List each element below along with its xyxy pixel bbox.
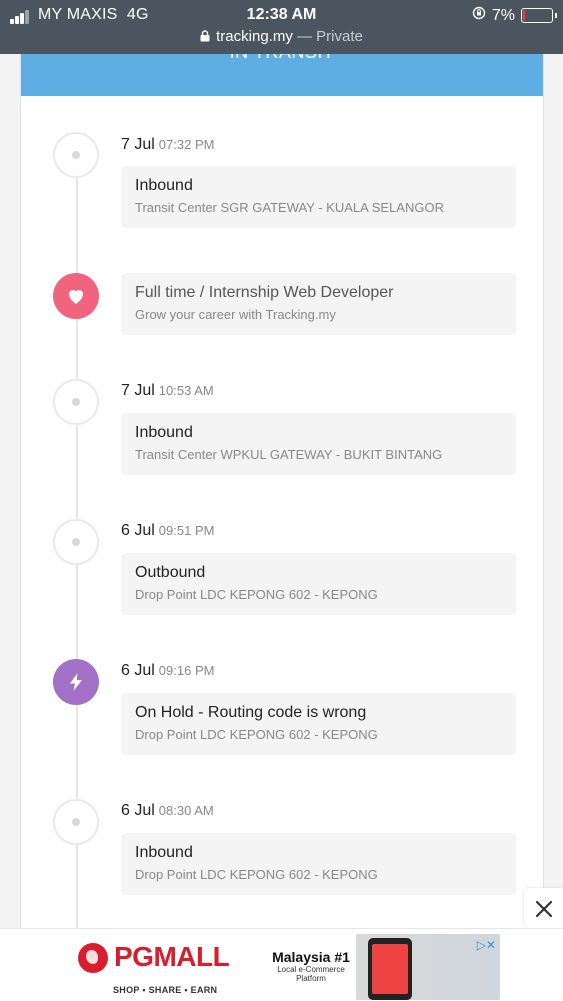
adchoices-icon[interactable]: ▷✕ [477, 938, 496, 952]
ad-banner[interactable]: PGMALL SHOP • SHARE • EARN Malaysia #1 L… [0, 928, 563, 1001]
private-label: — Private [297, 28, 363, 45]
event-detail: Drop Point LDC KEPONG 602 - KEPONG [135, 587, 378, 602]
event-date: 7 Jul 07:32 PM [121, 136, 215, 153]
event-time: 09:16 PM [158, 663, 215, 678]
event-time: 07:32 PM [158, 137, 215, 152]
ad-logo: PGMALL [78, 941, 258, 981]
status-header: IN TRANSIT [21, 54, 543, 96]
event-card: On Hold - Routing code is wrong Drop Poi… [121, 693, 516, 755]
address-bar[interactable]: tracking.my — Private [0, 28, 563, 46]
event-card: Inbound Drop Point LDC KEPONG 602 - KEPO… [121, 833, 516, 895]
tracking-card: IN TRANSIT 7 Jul07:32 PM Inbound Transit… [20, 54, 544, 999]
status-right: 7% [472, 6, 557, 25]
event-detail: Transit Center SGR GATEWAY - KUALA SELAN… [135, 200, 444, 215]
event-date: 7 Jul 10:53 AM [121, 382, 214, 399]
url-text: tracking.my [216, 28, 293, 45]
job-promo-card[interactable]: Full time / Internship Web Developer Gro… [121, 273, 516, 335]
event-time: 10:53 AM [158, 383, 214, 398]
event-title: Inbound [135, 844, 193, 861]
event-date: 6 Jul 09:51 PM [121, 522, 215, 539]
promo-detail: Grow your career with Tracking.my [135, 307, 336, 322]
status-header-label: IN TRANSIT [21, 54, 543, 63]
event-card: Outbound Drop Point LDC KEPONG 602 - KEP… [121, 553, 516, 615]
event-detail: Drop Point LDC KEPONG 602 - KEPONG [135, 727, 378, 742]
ad-subline: Local e-Commerce Platform [277, 965, 345, 983]
event-title: On Hold - Routing code is wrong [135, 704, 367, 721]
ad-image: ▷✕ [356, 934, 500, 1000]
status-bar: MY MAXIS 4G 12:38 AM tracking.my — Priva… [0, 0, 563, 54]
timeline-dot-icon [53, 379, 99, 425]
close-ad-button[interactable] [524, 888, 563, 928]
ad-brand: PGMALL [114, 941, 230, 972]
event-detail: Drop Point LDC KEPONG 602 - KEPONG [135, 867, 378, 882]
event-date: 6 Jul 08:30 AM [121, 802, 214, 819]
event-title: Inbound [135, 177, 193, 194]
ad-headline: Malaysia #1 [272, 949, 350, 965]
lightning-icon [53, 659, 99, 705]
close-icon [535, 900, 553, 918]
event-title: Outbound [135, 564, 206, 581]
timeline-dot-icon [53, 799, 99, 845]
timeline-dot-icon [53, 132, 99, 178]
event-title: Inbound [135, 424, 193, 441]
event-detail: Transit Center WPKUL GATEWAY - BUKIT BIN… [135, 447, 443, 462]
event-time: 09:51 PM [158, 523, 215, 538]
orientation-lock-icon [472, 6, 486, 25]
event-date: 6 Jul 09:16 PM [121, 662, 215, 679]
heart-icon [53, 273, 99, 319]
timeline-dot-icon [53, 519, 99, 565]
event-card: Inbound Transit Center WPKUL GATEWAY - B… [121, 413, 516, 475]
globe-icon [78, 943, 108, 973]
ad-headline-block: Malaysia #1 Local e-Commerce Platform [266, 949, 356, 983]
promo-title: Full time / Internship Web Developer [135, 284, 394, 301]
phone-icon [368, 938, 412, 1000]
lock-icon [200, 29, 210, 46]
event-time: 08:30 AM [158, 803, 214, 818]
ad-tagline: SHOP • SHARE • EARN [113, 985, 218, 995]
battery-icon [521, 8, 557, 23]
battery-percent: 7% [491, 6, 515, 24]
event-card: Inbound Transit Center SGR GATEWAY - KUA… [121, 166, 516, 228]
